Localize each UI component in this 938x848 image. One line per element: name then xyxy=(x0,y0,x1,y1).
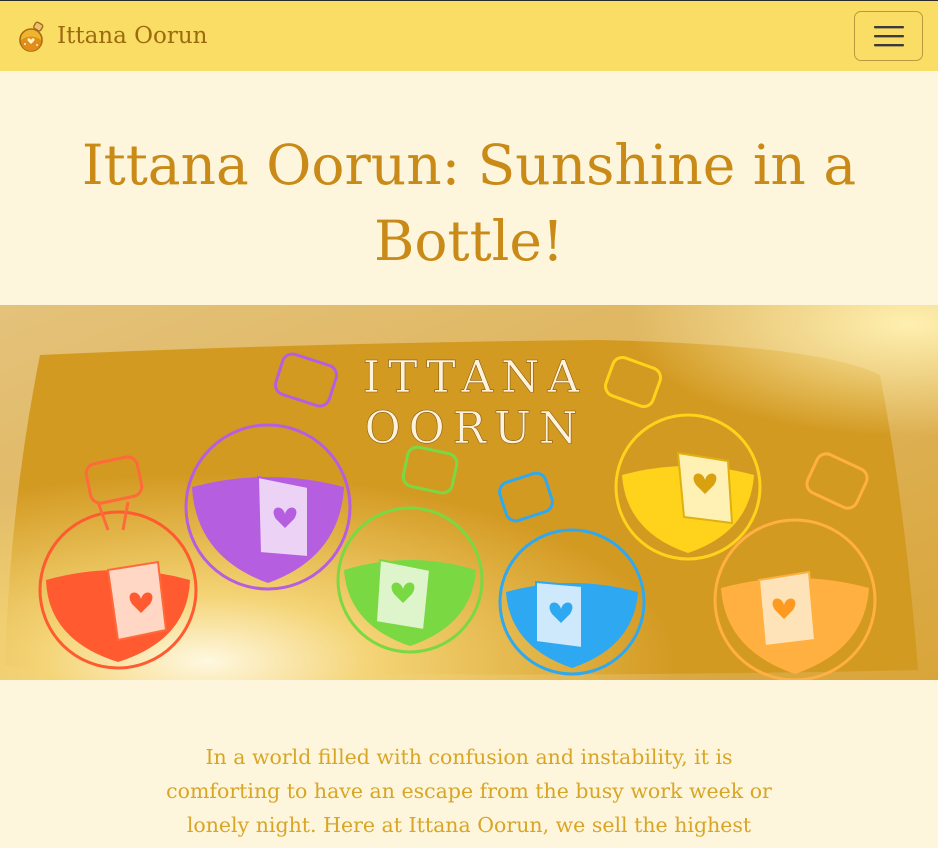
brand-name: Ittana Oorun xyxy=(57,23,208,49)
banner-heading-line2: OORUN xyxy=(365,403,586,454)
banner-heading-line1: ITTANA xyxy=(363,352,588,403)
page-title: Ittana Oorun: Sunshine in a Bottle! xyxy=(81,133,857,273)
navbar-toggle-button[interactable] xyxy=(854,11,923,61)
hamburger-menu-icon xyxy=(873,26,904,47)
banner-illustration: ITTANA OORUN xyxy=(0,305,938,680)
hero-banner-image: ITTANA OORUN xyxy=(0,305,938,680)
brand-link[interactable]: Ittana Oorun xyxy=(16,19,207,53)
intro-paragraph: In a world filled with confusion and ins… xyxy=(166,745,772,837)
navbar: Ittana Oorun xyxy=(0,0,938,71)
potion-bottle-logo-icon xyxy=(19,21,44,52)
